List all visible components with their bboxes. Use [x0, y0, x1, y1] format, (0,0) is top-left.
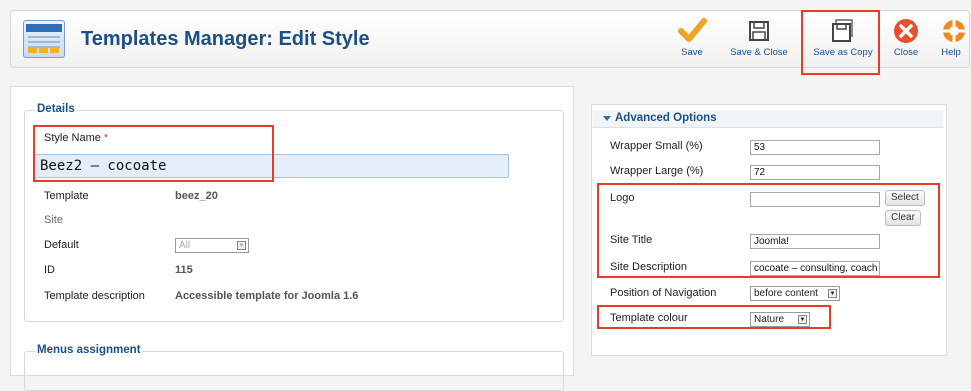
default-select[interactable]: All ▼	[175, 238, 249, 253]
id-value: 115	[175, 264, 193, 276]
save-label: Save	[681, 47, 703, 58]
details-legend: Details	[35, 103, 77, 115]
chevron-down-icon: ▼	[828, 289, 837, 298]
save-and-close-label: Save & Close	[730, 47, 788, 58]
close-button[interactable]: Close	[889, 15, 923, 65]
advanced-options-header[interactable]: Advanced Options	[593, 110, 943, 128]
help-button[interactable]: Help	[936, 15, 966, 65]
client-value: Site	[44, 214, 63, 226]
floppy-disk-icon	[724, 15, 794, 45]
template-colour-highlight	[597, 305, 831, 329]
template-description-label: Template description	[44, 290, 145, 302]
save-button[interactable]: Save	[671, 15, 713, 65]
default-label: Default	[44, 239, 79, 251]
checkmark-icon	[671, 15, 713, 45]
template-value: beez_20	[175, 190, 218, 202]
collapse-arrow-icon	[603, 116, 611, 121]
template-label: Template	[44, 190, 89, 202]
menus-assignment-fieldset: Menus assignment	[24, 344, 564, 391]
menus-assignment-legend: Menus assignment	[35, 344, 143, 356]
save-as-copy-highlight	[801, 10, 880, 75]
close-label: Close	[893, 47, 919, 58]
save-and-close-button[interactable]: Save & Close	[724, 15, 794, 65]
advanced-options-title: Advanced Options	[615, 112, 717, 124]
wrapper-large-input[interactable]: 72	[750, 165, 880, 180]
style-name-highlight	[33, 125, 274, 182]
id-label: ID	[44, 264, 55, 276]
chevron-down-icon: ▼	[237, 241, 246, 250]
page-title: Templates Manager: Edit Style	[81, 28, 370, 50]
close-icon	[889, 15, 923, 45]
templates-manager-icon	[23, 20, 65, 58]
wrapper-small-input[interactable]: 53	[750, 140, 880, 155]
help-lifebuoy-icon	[936, 15, 966, 45]
wrapper-small-label: Wrapper Small (%)	[610, 140, 703, 152]
wrapper-large-label: Wrapper Large (%)	[610, 165, 704, 177]
help-label: Help	[941, 47, 961, 58]
logo-site-fields-highlight	[597, 183, 940, 278]
nav-position-label: Position of Navigation	[610, 287, 717, 299]
nav-position-select[interactable]: before content ▼	[750, 286, 840, 301]
template-description-value: Accessible template for Joomla 1.6	[175, 290, 359, 302]
